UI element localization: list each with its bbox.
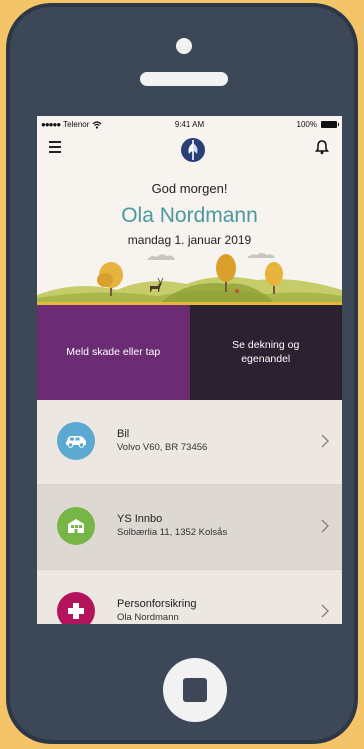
- coverage-label: Se dekning og egenandel: [232, 338, 300, 365]
- user-name: Ola Nordmann: [121, 204, 258, 227]
- car-icon: [57, 422, 95, 460]
- report-claim-button[interactable]: Meld skade eller tap: [37, 305, 190, 400]
- date-text: mandag 1. januar 2019: [127, 233, 252, 247]
- insurance-subtitle: Solbærlia 11, 1352 Kolsås: [117, 527, 228, 538]
- greeting-text: God morgen!: [151, 181, 228, 196]
- hamburger-menu-icon[interactable]: [49, 141, 61, 153]
- phone-camera: [176, 38, 192, 54]
- insurance-title: YS Innbo: [117, 513, 163, 525]
- logo-icon: [181, 138, 205, 162]
- phone-home-button[interactable]: [163, 658, 227, 722]
- insurance-title: Bil: [117, 428, 130, 440]
- insurance-title: Personforsikring: [117, 598, 197, 610]
- action-buttons: Meld skade eller tap Se dekning og egena…: [37, 305, 342, 400]
- landscape-illustration: [37, 253, 342, 306]
- coverage-button[interactable]: Se dekning og egenandel: [189, 305, 342, 400]
- phone-frame: ●●●●● Telenor 9:41 AM 100% God morgen! O…: [7, 4, 357, 743]
- battery-label: 100%: [296, 120, 317, 129]
- list-item-car-insurance[interactable]: Bil Volvo V60, BR 73456: [37, 400, 342, 485]
- report-claim-label: Meld skade eller tap: [66, 345, 161, 358]
- medical-cross-icon: [57, 592, 95, 624]
- phone-speaker: [140, 72, 228, 86]
- chevron-right-icon: [321, 434, 329, 448]
- list-item-home-insurance[interactable]: YS Innbo Solbærlia 11, 1352 Kolsås: [37, 485, 342, 570]
- bell-icon[interactable]: [314, 139, 330, 155]
- chevron-right-icon: [321, 519, 329, 533]
- insurance-subtitle: Volvo V60, BR 73456: [117, 442, 208, 453]
- list-item-personal-insurance[interactable]: Personforsikring Ola Nordmann: [37, 570, 342, 624]
- insurance-list: Bil Volvo V60, BR 73456 YS Innbo Solbærl…: [37, 400, 342, 624]
- chevron-right-icon: [321, 604, 329, 618]
- nav-bar: [37, 134, 342, 168]
- status-bar: ●●●●● Telenor 9:41 AM 100%: [37, 116, 342, 132]
- battery-icon: [321, 121, 339, 128]
- app-screen: ●●●●● Telenor 9:41 AM 100% God morgen! O…: [37, 116, 342, 624]
- house-icon: [57, 507, 95, 545]
- home-button-square-icon: [183, 678, 207, 702]
- insurance-subtitle: Ola Nordmann: [117, 612, 179, 623]
